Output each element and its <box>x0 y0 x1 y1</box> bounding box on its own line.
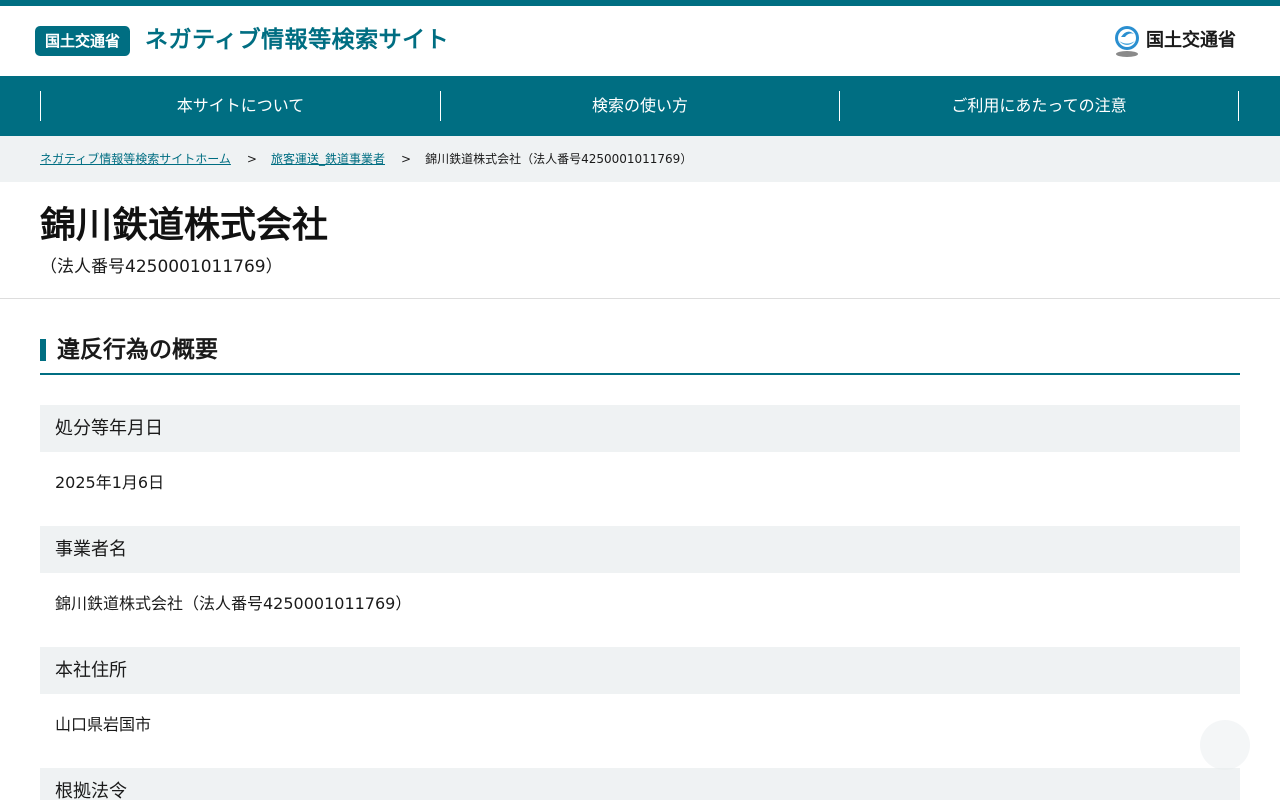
divider <box>0 298 1280 299</box>
detail-value-operator-name: 錦川鉄道株式会社（法人番号4250001011769） <box>55 594 412 613</box>
breadcrumb-separator: > <box>246 152 257 166</box>
detail-label-disposition-date: 処分等年月日 <box>40 405 1240 452</box>
detail-value-head-office: 山口県岩国市 <box>55 715 152 734</box>
global-nav: 本サイトについて 検索の使い方 ご利用にあたっての注意 <box>0 76 1280 136</box>
scroll-to-top-button[interactable] <box>1200 720 1250 770</box>
breadcrumb-category-link[interactable]: 旅客運送_鉄道事業者 <box>271 152 385 166</box>
section-title: 違反行為の概要 <box>57 337 218 363</box>
breadcrumb-current: 錦川鉄道株式会社（法人番号4250001011769） <box>425 152 693 166</box>
detail-label-legal-basis: 根拠法令 <box>40 768 1240 800</box>
detail-label-operator-name: 事業者名 <box>40 526 1240 573</box>
section-accent-bar <box>40 339 46 361</box>
mlit-emblem-icon <box>1115 26 1139 57</box>
corporate-number: （法人番号4250001011769） <box>40 257 283 277</box>
detail-label-head-office: 本社住所 <box>40 647 1240 694</box>
site-header: 国土交通省 ネガティブ情報等検索サイト 国土交通省 <box>0 6 1280 76</box>
page-title: 錦川鉄道株式会社 <box>40 205 329 246</box>
ministry-badge[interactable]: 国土交通省 <box>35 26 131 56</box>
mlit-logo[interactable]: 国土交通省 <box>1112 24 1236 58</box>
section-heading: 違反行為の概要 <box>40 334 1240 375</box>
nav-about-site[interactable]: 本サイトについて <box>40 91 440 121</box>
nav-usage-notes[interactable]: ご利用にあたっての注意 <box>839 91 1239 121</box>
breadcrumb-separator: > <box>401 152 412 166</box>
breadcrumb: ネガティブ情報等検索サイトホーム > 旅客運送_鉄道事業者 > 錦川鉄道株式会社（法人番… <box>0 136 1280 182</box>
logo-text: 国土交通省 <box>1146 30 1236 51</box>
detail-value-disposition-date: 2025年1月6日 <box>55 473 165 492</box>
breadcrumb-home-link[interactable]: ネガティブ情報等検索サイトホーム <box>40 152 231 166</box>
site-title[interactable]: ネガティブ情報等検索サイト <box>145 24 449 56</box>
nav-how-to-search[interactable]: 検索の使い方 <box>440 91 839 121</box>
